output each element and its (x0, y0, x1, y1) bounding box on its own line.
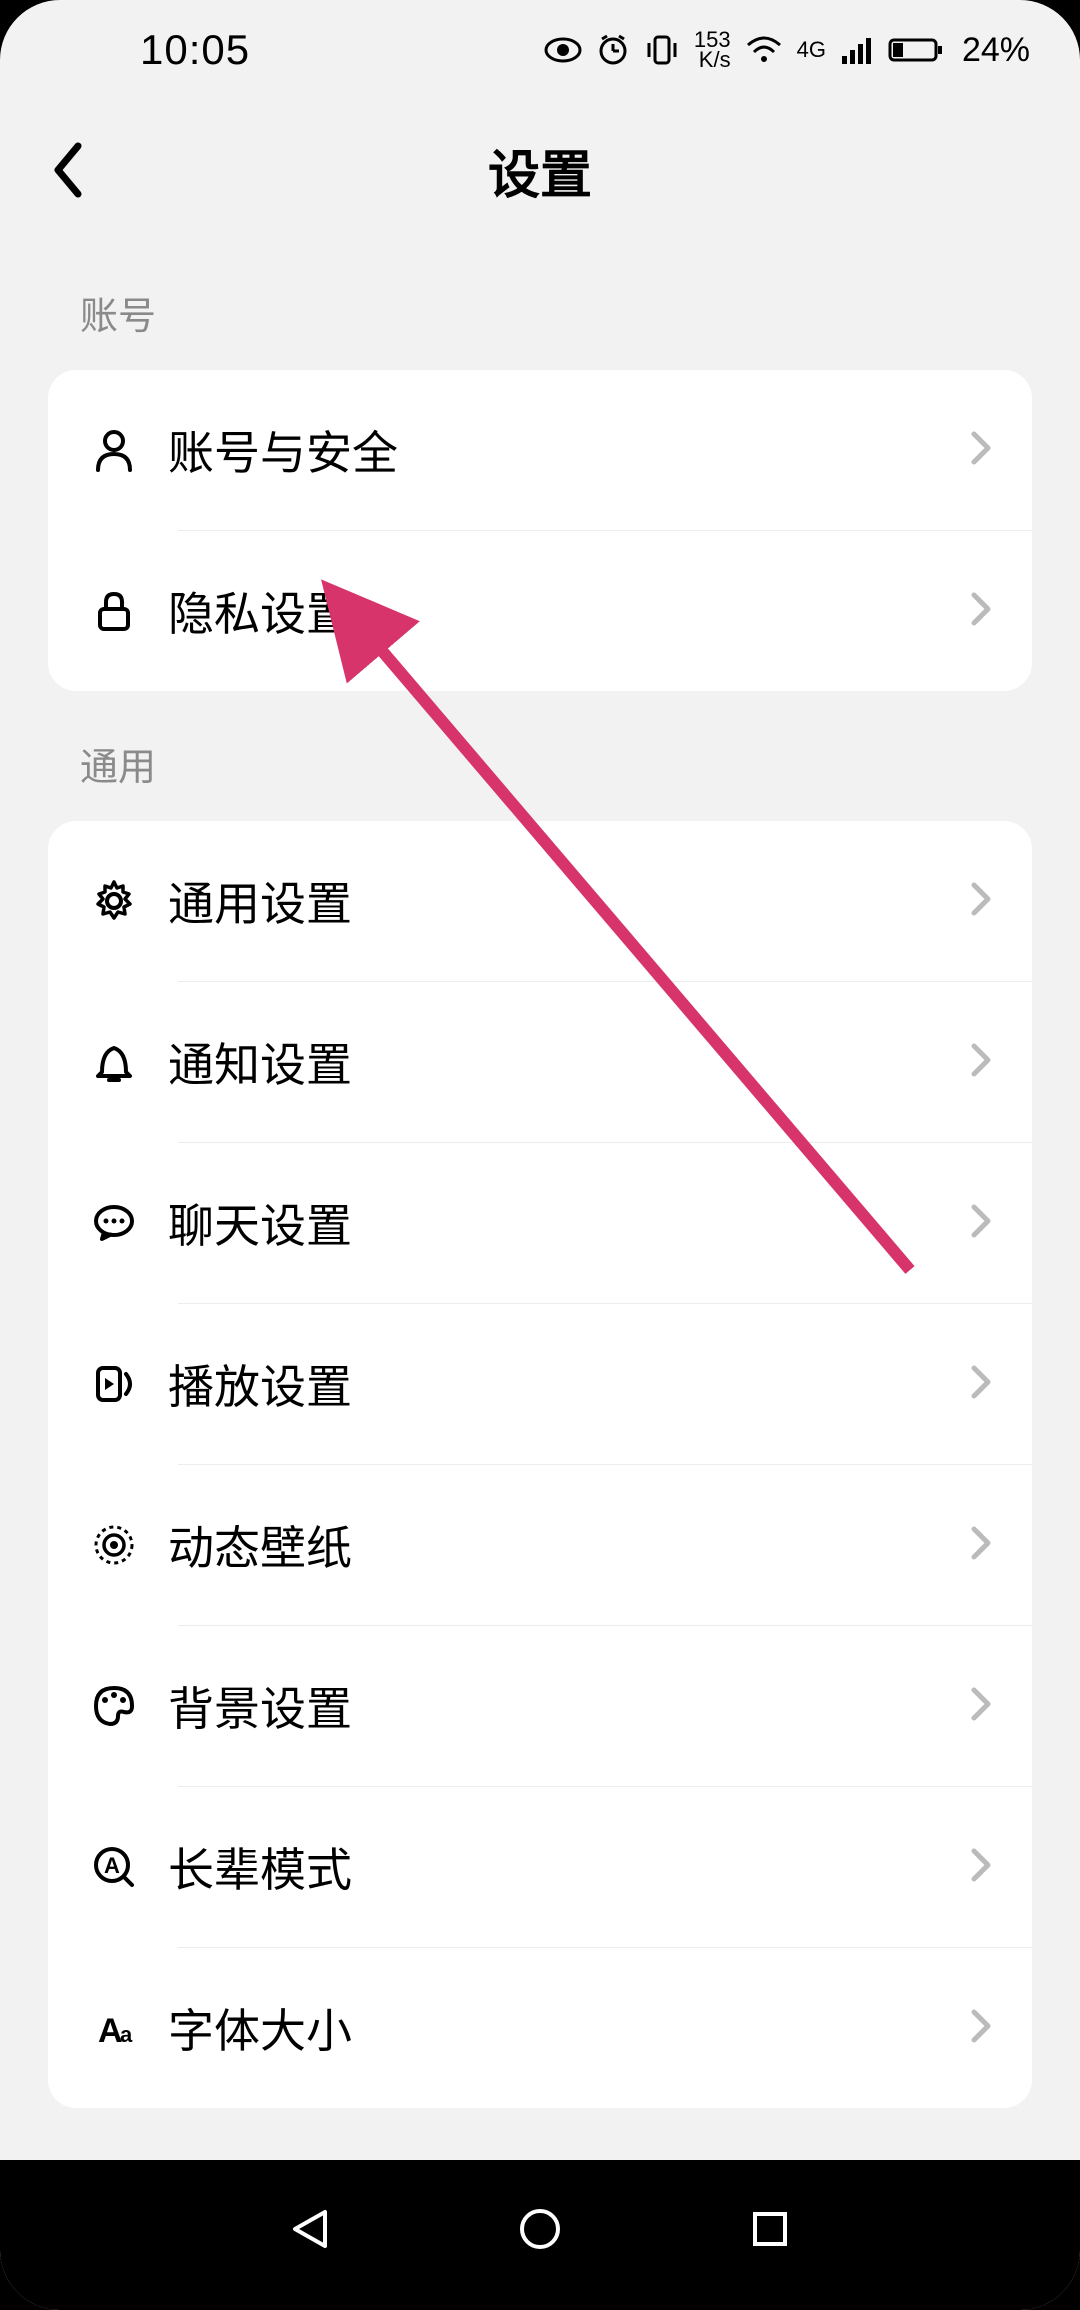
item-label: 通知设置 (168, 1029, 970, 1095)
section-card-account: 账号与安全 隐私设置 (48, 370, 1032, 691)
chevron-right-icon (970, 591, 992, 632)
item-chat-settings[interactable]: 聊天设置 (48, 1143, 1032, 1303)
svg-text:A: A (98, 2012, 123, 2050)
section-card-general: 通用设置 通知设置 聊天设置 播放设置 (48, 821, 1032, 2108)
item-label: 字体大小 (168, 1995, 970, 2061)
bell-icon (78, 1038, 150, 1086)
section-label-account: 账号 (0, 240, 1080, 370)
page-header: 设置 (0, 100, 1080, 240)
status-bar: 10:05 153 K/s 4G (0, 0, 1080, 100)
chevron-right-icon (970, 1525, 992, 1566)
play-icon (78, 1360, 150, 1408)
nav-bar (0, 2160, 1080, 2310)
item-label: 长辈模式 (168, 1834, 970, 1900)
alarm-icon (596, 33, 630, 67)
chevron-right-icon (970, 1364, 992, 1405)
wifi-icon (745, 35, 783, 65)
item-label: 账号与安全 (168, 417, 970, 483)
elder-icon: A (78, 1843, 150, 1891)
net-speed: 153 K/s (694, 30, 731, 70)
svg-text:a: a (120, 2022, 133, 2047)
battery-icon (888, 36, 944, 64)
lock-icon (78, 587, 150, 635)
back-button[interactable] (38, 140, 98, 200)
item-label: 动态壁纸 (168, 1512, 970, 1578)
chevron-right-icon (970, 1203, 992, 1244)
item-elder-mode[interactable]: A 长辈模式 (48, 1787, 1032, 1947)
gear-icon (78, 877, 150, 925)
item-general-settings[interactable]: 通用设置 (48, 821, 1032, 981)
signal-icon (840, 36, 874, 64)
section-label-general: 通用 (0, 691, 1080, 821)
item-notification-settings[interactable]: 通知设置 (48, 982, 1032, 1142)
wallpaper-icon (78, 1521, 150, 1569)
chevron-right-icon (970, 1847, 992, 1888)
nav-home-button[interactable] (500, 2189, 580, 2269)
status-icons: 153 K/s 4G 24% (544, 30, 1030, 70)
nav-back-button[interactable] (270, 2189, 350, 2269)
page-title: 设置 (488, 133, 592, 208)
chevron-right-icon (970, 1686, 992, 1727)
chevron-left-icon (48, 140, 88, 200)
chevron-right-icon (970, 2008, 992, 2049)
item-label: 背景设置 (168, 1673, 970, 1739)
item-label: 播放设置 (168, 1351, 970, 1417)
battery-percent: 24% (962, 31, 1030, 70)
palette-icon (78, 1682, 150, 1730)
screen: 10:05 153 K/s 4G (0, 0, 1080, 2310)
item-play-settings[interactable]: 播放设置 (48, 1304, 1032, 1464)
item-account-security[interactable]: 账号与安全 (48, 370, 1032, 530)
person-icon (78, 426, 150, 474)
eye-icon (544, 36, 582, 64)
item-label: 聊天设置 (168, 1190, 970, 1256)
signal-type: 4G (797, 37, 826, 63)
item-background-settings[interactable]: 背景设置 (48, 1626, 1032, 1786)
svg-text:A: A (104, 1853, 120, 1878)
vibrate-icon (644, 33, 680, 67)
chevron-right-icon (970, 1042, 992, 1083)
item-font-size[interactable]: Aa 字体大小 (48, 1948, 1032, 2108)
status-time: 10:05 (50, 26, 250, 74)
item-label: 隐私设置 (168, 578, 970, 644)
chevron-right-icon (970, 881, 992, 922)
chevron-right-icon (970, 430, 992, 471)
item-label: 通用设置 (168, 868, 970, 934)
chat-icon (78, 1199, 150, 1247)
nav-recent-button[interactable] (730, 2189, 810, 2269)
item-wallpaper[interactable]: 动态壁纸 (48, 1465, 1032, 1625)
font-icon: Aa (78, 2004, 150, 2052)
item-privacy-settings[interactable]: 隐私设置 (48, 531, 1032, 691)
